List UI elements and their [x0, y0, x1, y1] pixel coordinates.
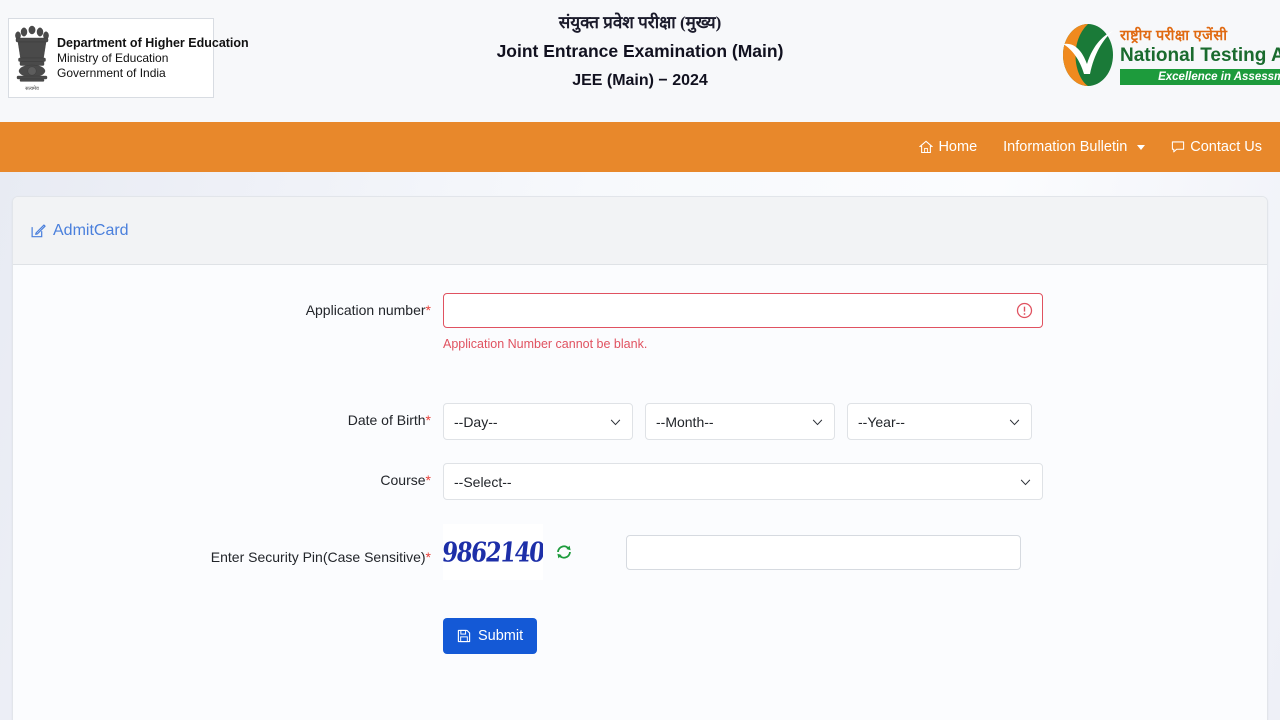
required-asterisk: * [425, 549, 431, 565]
application-number-label-text: Application number [305, 302, 426, 318]
save-icon [457, 629, 471, 643]
required-asterisk: * [425, 302, 431, 318]
dob-month-select[interactable]: --Month-- [645, 403, 835, 440]
application-number-row: Application number* Application Number c… [13, 293, 1267, 351]
dob-day-value: --Day-- [454, 413, 498, 430]
chevron-down-icon [1137, 144, 1146, 150]
nav-item-home[interactable]: Home [919, 139, 977, 155]
submit-button[interactable]: Submit [443, 618, 538, 654]
security-pin-label-text: Enter Security Pin(Case Sensitive) [210, 549, 426, 565]
submit-row: Submit [13, 618, 1267, 654]
date-of-birth-controls: --Day-- --Month-- --Year-- [443, 403, 1032, 440]
card-title-label: AdmitCard [53, 221, 129, 239]
security-pin-input[interactable] [626, 534, 1021, 570]
comment-icon [1172, 141, 1185, 153]
nta-tagline: Excellence in Assessment [1120, 68, 1280, 85]
nav-item-home-label: Home [938, 139, 978, 155]
date-of-birth-label-text: Date of Birth [347, 412, 426, 428]
dob-year-value: --Year-- [858, 413, 905, 430]
home-icon [919, 140, 934, 154]
submit-button-label: Submit [478, 628, 524, 644]
date-of-birth-row: Date of Birth* --Day-- --Month-- --Year-… [13, 403, 1267, 440]
chevron-down-icon [1009, 419, 1020, 425]
emblem-line-2: Ministry of Education [57, 51, 169, 65]
nav-item-information-bulletin[interactable]: Information Bulletin [1003, 139, 1146, 155]
nta-logo: राष्ट्रीय परीक्षा एजेंसी National Testin… [1060, 14, 1280, 96]
refresh-icon[interactable] [555, 543, 573, 561]
site-header: सत्यमेव Department of Higher Education M… [0, 0, 1280, 122]
nta-checkmark-logo-icon [1063, 24, 1113, 86]
nav-item-contact-us[interactable]: Contact Us [1171, 139, 1262, 155]
security-pin-row: Enter Security Pin(Case Sensitive)* 9862… [13, 524, 1267, 580]
government-emblem-block: सत्यमेव Department of Higher Education M… [8, 18, 249, 98]
dob-day-select[interactable]: --Day-- [443, 403, 633, 440]
captcha-image: 9862140 [443, 524, 543, 580]
application-number-label: Application number* [13, 293, 443, 318]
application-number-control: Application Number cannot be blank. [443, 293, 1043, 351]
submit-spacer [13, 618, 443, 627]
chevron-down-icon [610, 419, 621, 425]
security-pin-label: Enter Security Pin(Case Sensitive)* [13, 524, 443, 565]
required-asterisk: * [425, 412, 431, 428]
date-of-birth-label: Date of Birth* [13, 403, 443, 428]
card-title-group: AdmitCard [31, 222, 129, 240]
application-number-input[interactable] [443, 293, 1043, 328]
main-navbar: Home Information Bulletin Contact Us [0, 122, 1280, 172]
course-row: Course* --Select-- [13, 463, 1267, 500]
nta-hindi-name: राष्ट्रीय परीक्षा एजेंसी [1120, 28, 1228, 45]
security-pin-controls: 9862140 [443, 524, 1021, 580]
nav-item-contact-us-label: Contact Us [1190, 139, 1262, 155]
page-body: AdmitCard Application number* Applicatio… [0, 172, 1280, 720]
nav-item-information-bulletin-label: Information Bulletin [1003, 139, 1128, 155]
captcha-text: 9862140 [443, 536, 543, 568]
course-selected-value: --Select-- [454, 473, 512, 490]
course-label: Course* [13, 463, 443, 488]
dob-year-select[interactable]: --Year-- [847, 403, 1032, 440]
india-state-emblem-icon: सत्यमेव [15, 25, 49, 92]
chevron-down-icon [1020, 479, 1031, 485]
emblem-line-3: Government of India [57, 65, 166, 80]
card-body: Application number* Application Number c… [13, 265, 1267, 654]
nta-english-name: National Testing Agency [1120, 45, 1280, 67]
edit-square-icon [31, 224, 46, 238]
emblem-line-1: Department of Higher Education [57, 35, 249, 50]
svg-text:सत्यमेव: सत्यमेव [25, 85, 39, 92]
admit-card-panel: AdmitCard Application number* Applicatio… [12, 196, 1268, 720]
course-label-text: Course [380, 472, 426, 488]
card-header: AdmitCard [13, 197, 1267, 265]
course-select[interactable]: --Select-- [443, 463, 1043, 500]
required-asterisk: * [425, 472, 431, 488]
chevron-down-icon [812, 419, 823, 425]
dob-month-value: --Month-- [656, 413, 714, 430]
application-number-error: Application Number cannot be blank. [443, 337, 648, 351]
